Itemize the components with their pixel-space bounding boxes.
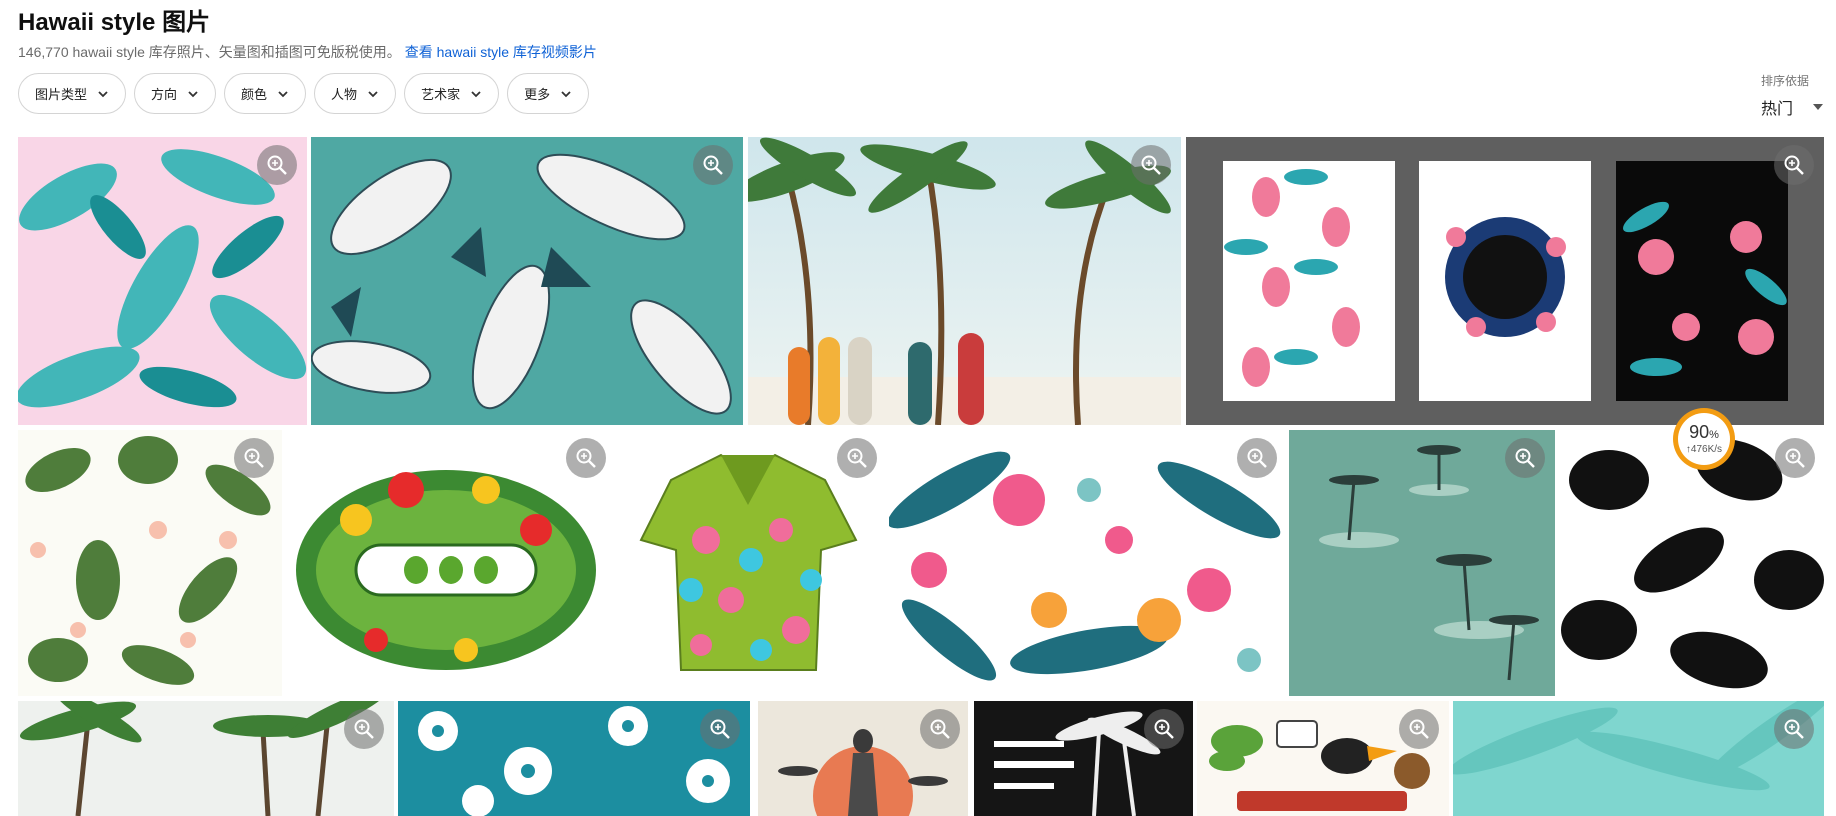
sort-dropdown[interactable]: 热门: [1761, 95, 1824, 119]
result-count-text: 146,770 hawaii style 库存照片、矢量图和插图可免版税使用。: [18, 44, 401, 60]
page-title: Hawaii style 图片: [18, 9, 211, 36]
filter-bar: 图片类型 方向 颜色 人物 艺术家 更多: [18, 73, 590, 114]
image-result[interactable]: [1559, 430, 1824, 696]
sort-value: 热门: [1761, 101, 1794, 118]
result-image: [889, 430, 1285, 696]
zoom-icon[interactable]: [1399, 709, 1439, 749]
image-result[interactable]: [758, 701, 968, 816]
filter-color[interactable]: 颜色: [224, 73, 307, 114]
speed-percent-value: 90: [1689, 421, 1710, 442]
filter-label: 方向: [151, 87, 178, 102]
chevron-down-icon: [188, 90, 198, 97]
chevron-down-icon: [561, 90, 571, 97]
filter-label: 艺术家: [421, 87, 461, 102]
caret-down-icon: [1813, 104, 1824, 110]
zoom-icon[interactable]: [920, 709, 960, 749]
image-result[interactable]: [18, 137, 307, 425]
zoom-icon[interactable]: [837, 438, 877, 478]
zoom-icon[interactable]: [234, 438, 274, 478]
result-image: [311, 137, 743, 425]
page-header: Hawaii style 图片 146,770 hawaii style 库存照…: [18, 8, 597, 62]
sort-control[interactable]: 排序依据 热门: [1761, 72, 1824, 119]
speed-rate: ↑476K/s: [1685, 443, 1723, 455]
image-result[interactable]: [1453, 701, 1824, 816]
chevron-down-icon: [98, 90, 108, 97]
image-result[interactable]: [974, 701, 1193, 816]
zoom-icon[interactable]: [1131, 145, 1171, 185]
network-speed-widget[interactable]: 90% ↑476K/s: [1673, 408, 1735, 470]
result-image: [748, 137, 1181, 425]
image-result[interactable]: [748, 137, 1181, 425]
image-result[interactable]: [1197, 701, 1449, 816]
speed-indicator: 90% ↑476K/s: [1678, 413, 1730, 465]
chevron-down-icon: [368, 90, 378, 97]
speed-percent: 90%: [1689, 423, 1719, 444]
zoom-icon[interactable]: [1505, 438, 1545, 478]
result-image: [398, 701, 750, 816]
zoom-icon[interactable]: [1774, 709, 1814, 749]
zoom-icon[interactable]: [700, 709, 740, 749]
image-result[interactable]: [889, 430, 1285, 696]
filter-people[interactable]: 人物: [314, 73, 397, 114]
filter-artist[interactable]: 艺术家: [404, 73, 500, 114]
result-image: [1186, 137, 1824, 425]
result-summary: 146,770 hawaii style 库存照片、矢量图和插图可免版税使用。查…: [18, 42, 597, 62]
zoom-icon[interactable]: [344, 709, 384, 749]
image-result[interactable]: [18, 430, 282, 696]
filter-label: 颜色: [241, 87, 268, 102]
zoom-icon[interactable]: [693, 145, 733, 185]
image-result[interactable]: [286, 430, 607, 696]
filter-label: 图片类型: [35, 87, 88, 102]
result-image: [286, 430, 607, 696]
zoom-icon[interactable]: [257, 145, 297, 185]
video-search-link[interactable]: 查看 hawaii style 库存视频影片: [405, 44, 597, 60]
zoom-icon[interactable]: [1144, 709, 1184, 749]
filter-more[interactable]: 更多: [507, 73, 590, 114]
zoom-icon[interactable]: [1774, 145, 1814, 185]
chevron-down-icon: [471, 90, 481, 97]
image-result[interactable]: [18, 701, 394, 816]
filter-image-type[interactable]: 图片类型: [18, 73, 127, 114]
zoom-icon[interactable]: [1775, 438, 1815, 478]
image-result[interactable]: [611, 430, 885, 696]
image-result[interactable]: [398, 701, 750, 816]
image-result[interactable]: [1186, 137, 1824, 425]
filter-label: 人物: [331, 87, 358, 102]
chevron-down-icon: [278, 90, 288, 97]
result-image: [1453, 701, 1824, 816]
filter-label: 更多: [524, 87, 551, 102]
zoom-icon[interactable]: [566, 438, 606, 478]
zoom-icon[interactable]: [1237, 438, 1277, 478]
image-result[interactable]: [1289, 430, 1555, 696]
filter-orientation[interactable]: 方向: [134, 73, 217, 114]
result-image: [18, 701, 394, 816]
speed-percent-sign: %: [1709, 428, 1719, 441]
image-result[interactable]: [311, 137, 743, 425]
sort-label: 排序依据: [1761, 74, 1810, 88]
